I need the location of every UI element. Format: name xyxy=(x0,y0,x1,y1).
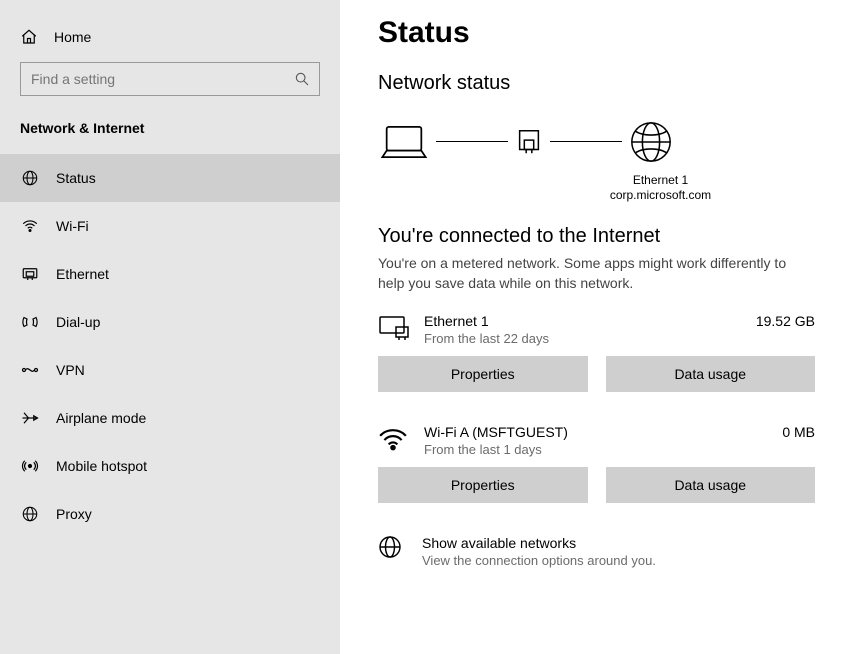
home-label: Home xyxy=(54,29,91,45)
search-container xyxy=(0,62,340,112)
show-available-networks[interactable]: Show available networks View the connect… xyxy=(378,535,815,568)
sidebar-item-label: VPN xyxy=(56,362,85,378)
network-name: Wi-Fi A (MSFTGUEST) xyxy=(424,424,774,440)
sidebar-item-label: Mobile hotspot xyxy=(56,458,147,474)
status-icon xyxy=(20,168,40,188)
network-block-wifi: Wi-Fi A (MSFTGUEST) From the last 1 days… xyxy=(378,424,815,503)
main-content: Status Network status xyxy=(340,0,845,654)
show-sub: View the connection options around you. xyxy=(422,553,656,568)
sidebar-item-label: Ethernet xyxy=(56,266,109,282)
search-input[interactable] xyxy=(20,62,320,96)
connected-description: You're on a metered network. Some apps m… xyxy=(378,254,815,293)
wifi-icon xyxy=(20,216,40,236)
properties-button[interactable]: Properties xyxy=(378,467,588,503)
sidebar-item-label: Status xyxy=(56,170,96,186)
data-usage-button[interactable]: Data usage xyxy=(606,356,816,392)
globe-small-icon xyxy=(378,535,406,559)
sidebar-item-vpn[interactable]: VPN xyxy=(0,346,340,394)
dialup-icon xyxy=(20,312,40,332)
home-icon xyxy=(20,28,38,46)
page-title: Status xyxy=(378,16,815,50)
data-usage-button[interactable]: Data usage xyxy=(606,467,816,503)
show-title: Show available networks xyxy=(422,535,656,551)
sidebar-item-ethernet[interactable]: Ethernet xyxy=(0,250,340,298)
diagram-line xyxy=(436,141,508,142)
network-usage: 19.52 GB xyxy=(756,313,815,329)
adapter-icon xyxy=(514,127,544,157)
proxy-icon xyxy=(20,504,40,524)
sidebar-item-wifi[interactable]: Wi-Fi xyxy=(0,202,340,250)
sidebar-item-label: Wi-Fi xyxy=(56,218,89,234)
diagram-caption: Ethernet 1 corp.microsoft.com xyxy=(506,173,815,203)
network-sub: From the last 22 days xyxy=(424,331,748,346)
diagram-domain: corp.microsoft.com xyxy=(506,188,815,203)
sidebar-item-proxy[interactable]: Proxy xyxy=(0,490,340,538)
ethernet-icon xyxy=(20,264,40,284)
network-status-heading: Network status xyxy=(378,72,815,95)
sidebar-item-label: Dial-up xyxy=(56,314,100,330)
sidebar-item-airplane[interactable]: Airplane mode xyxy=(0,394,340,442)
vpn-icon xyxy=(20,360,40,380)
home-link[interactable]: Home xyxy=(0,20,340,62)
connected-heading: You're connected to the Internet xyxy=(378,225,815,248)
ethernet-adapter-icon xyxy=(378,313,410,341)
sidebar: Home Network & Internet Status xyxy=(0,0,340,654)
sidebar-item-dialup[interactable]: Dial-up xyxy=(0,298,340,346)
wifi-adapter-icon xyxy=(378,424,410,452)
search-icon xyxy=(294,71,310,87)
diagram-adapter-name: Ethernet 1 xyxy=(506,173,815,188)
sidebar-section-header: Network & Internet xyxy=(0,112,340,154)
network-name: Ethernet 1 xyxy=(424,313,748,329)
sidebar-item-status[interactable]: Status xyxy=(0,154,340,202)
network-diagram xyxy=(378,119,815,165)
network-sub: From the last 1 days xyxy=(424,442,774,457)
sidebar-item-hotspot[interactable]: Mobile hotspot xyxy=(0,442,340,490)
sidebar-item-label: Proxy xyxy=(56,506,92,522)
laptop-icon xyxy=(378,120,430,164)
airplane-icon xyxy=(20,408,40,428)
globe-icon xyxy=(628,119,674,165)
network-usage: 0 MB xyxy=(782,424,815,440)
sidebar-item-label: Airplane mode xyxy=(56,410,146,426)
network-block-ethernet: Ethernet 1 From the last 22 days 19.52 G… xyxy=(378,313,815,392)
hotspot-icon xyxy=(20,456,40,476)
properties-button[interactable]: Properties xyxy=(378,356,588,392)
diagram-line xyxy=(550,141,622,142)
